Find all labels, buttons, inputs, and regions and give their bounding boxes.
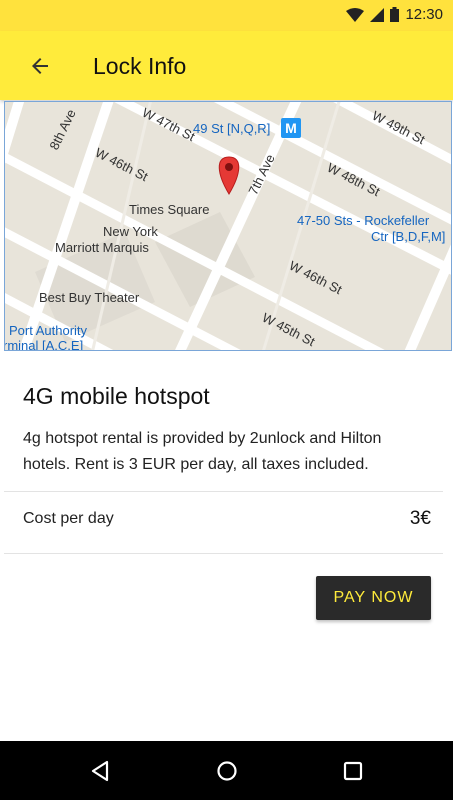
subway-label: 49 St [N,Q,R] xyxy=(193,121,271,136)
pay-now-button[interactable]: PAY NOW xyxy=(316,576,431,620)
status-bar: 12:30 xyxy=(0,0,453,31)
home-circle-icon[interactable] xyxy=(215,759,239,783)
place-label: Times Square xyxy=(129,202,210,217)
arrow-left-icon[interactable] xyxy=(28,54,52,78)
place-label: Marriott Marquis xyxy=(55,240,149,255)
subway-label: 47-50 Sts - Rockefeller xyxy=(297,213,430,228)
subway-label: Ctr [B,D,F,M] xyxy=(371,229,446,244)
app-bar: Lock Info xyxy=(0,31,453,100)
status-time: 12:30 xyxy=(405,6,443,23)
place-label: New York xyxy=(103,224,158,239)
battery-icon xyxy=(390,7,400,22)
metro-badge: M xyxy=(285,120,297,136)
info-card: 4G mobile hotspot 4g hotspot rental is p… xyxy=(0,350,453,740)
cost-value: 3€ xyxy=(409,508,431,529)
divider xyxy=(4,553,443,554)
map-view[interactable]: W 47th St W 46th St 8th Ave 7th Ave W 49… xyxy=(4,101,452,351)
recents-square-icon[interactable] xyxy=(341,759,365,783)
card-title: 4G mobile hotspot xyxy=(23,383,210,409)
place-label: Best Buy Theater xyxy=(39,290,140,305)
status-icons: 12:30 xyxy=(346,6,443,23)
wifi-icon xyxy=(346,7,365,22)
signal-icon xyxy=(370,7,385,22)
card-description: 4g hotspot rental is provided by 2unlock… xyxy=(23,430,382,473)
divider xyxy=(4,491,443,492)
subway-label: Port Authority xyxy=(9,323,88,338)
cost-label: Cost per day xyxy=(23,510,114,527)
back-triangle-icon[interactable] xyxy=(88,759,112,783)
nav-bar xyxy=(0,741,453,800)
page-title: Lock Info xyxy=(93,53,187,79)
